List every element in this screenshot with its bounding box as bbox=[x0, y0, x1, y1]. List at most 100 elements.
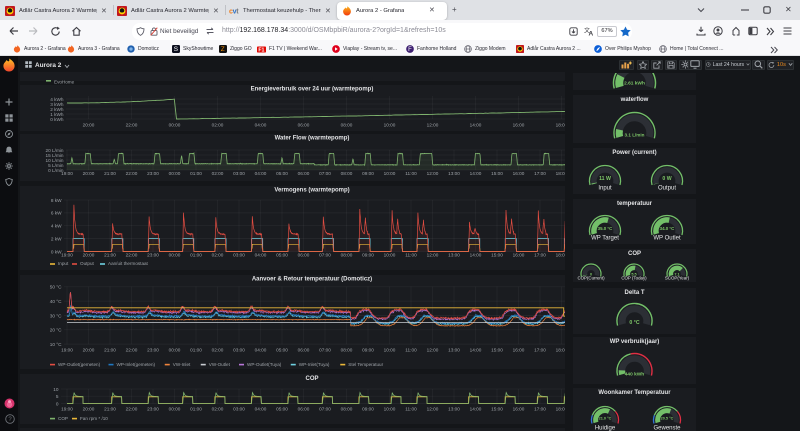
svg-text:22:00: 22:00 bbox=[126, 252, 138, 257]
svg-text:50 °C: 50 °C bbox=[50, 285, 62, 290]
svg-text:Output: Output bbox=[658, 186, 676, 192]
svg-text:EvoHome: EvoHome bbox=[54, 80, 75, 85]
svg-text:Vermogens (warmtepomp): Vermogens (warmtepomp) bbox=[274, 188, 349, 194]
svg-text:14:00: 14:00 bbox=[470, 123, 482, 128]
svg-text:13:00: 13:00 bbox=[448, 252, 460, 257]
svg-text:11:00: 11:00 bbox=[405, 406, 417, 411]
svg-text:WP-Outlet(Tuya): WP-Outlet(Tuya) bbox=[247, 362, 282, 367]
svg-text:12:00: 12:00 bbox=[427, 252, 439, 257]
svg-text:40 °C: 40 °C bbox=[50, 299, 62, 304]
svg-text:16:00: 16:00 bbox=[513, 347, 525, 352]
svg-text:17:00: 17:00 bbox=[534, 347, 546, 352]
svg-text:20:00: 20:00 bbox=[83, 171, 95, 176]
svg-text:Energieverbruik over 24 uur (w: Energieverbruik over 24 uur (warmtepomp) bbox=[251, 87, 374, 93]
svg-text:18:00: 18:00 bbox=[556, 123, 565, 128]
svg-text:0 kWh: 0 kWh bbox=[50, 117, 64, 122]
svg-text:13:00: 13:00 bbox=[448, 347, 460, 352]
svg-text:06:00: 06:00 bbox=[298, 123, 310, 128]
svg-text:23:00: 23:00 bbox=[147, 347, 159, 352]
svg-text:2 kWh: 2 kWh bbox=[50, 107, 64, 112]
svg-text:03:00: 03:00 bbox=[233, 252, 245, 257]
svg-text:10 °C: 10 °C bbox=[50, 342, 62, 347]
svg-text:18:00: 18:00 bbox=[556, 347, 565, 352]
svg-text:22:00: 22:00 bbox=[126, 347, 138, 352]
svg-text:Z: Z bbox=[221, 46, 225, 53]
svg-text:Huidige: Huidige bbox=[595, 426, 616, 431]
svg-text:20:00: 20:00 bbox=[83, 406, 95, 411]
svg-text:05:00: 05:00 bbox=[276, 347, 288, 352]
svg-text:17:00: 17:00 bbox=[534, 171, 546, 176]
svg-text:VW-Outlet: VW-Outlet bbox=[209, 362, 231, 367]
svg-text:3 kWh: 3 kWh bbox=[50, 102, 64, 107]
svg-text:21:00: 21:00 bbox=[104, 252, 116, 257]
svg-text:20:00: 20:00 bbox=[83, 123, 95, 128]
svg-text:18:00: 18:00 bbox=[556, 406, 565, 411]
svg-text:09:00: 09:00 bbox=[362, 347, 374, 352]
svg-text:08:00: 08:00 bbox=[341, 123, 353, 128]
svg-text:5: 5 bbox=[56, 394, 59, 399]
svg-text:13:00: 13:00 bbox=[448, 406, 460, 411]
svg-text:4 kWh: 4 kWh bbox=[50, 97, 64, 102]
svg-text:16:00: 16:00 bbox=[513, 171, 525, 176]
svg-text:03:00: 03:00 bbox=[233, 347, 245, 352]
svg-text:09:00: 09:00 bbox=[362, 406, 374, 411]
svg-text:35.0 °C: 35.0 °C bbox=[598, 226, 614, 231]
svg-text:04:00: 04:00 bbox=[255, 123, 267, 128]
svg-text:23:00: 23:00 bbox=[147, 252, 159, 257]
svg-text:08:00: 08:00 bbox=[341, 171, 353, 176]
svg-text:15:00: 15:00 bbox=[491, 406, 503, 411]
svg-text:F: F bbox=[408, 47, 412, 53]
svg-text:20:00: 20:00 bbox=[83, 252, 95, 257]
svg-text:COP: COP bbox=[58, 416, 68, 421]
svg-text:04:00: 04:00 bbox=[255, 252, 267, 257]
svg-text:Woonkamer Temperatuur: Woonkamer Temperatuur bbox=[598, 390, 671, 396]
svg-text:t: t bbox=[236, 9, 239, 16]
svg-text:10:00: 10:00 bbox=[384, 123, 396, 128]
svg-text:21:00: 21:00 bbox=[104, 347, 116, 352]
svg-text:06:00: 06:00 bbox=[298, 347, 310, 352]
svg-text:06:00: 06:00 bbox=[298, 171, 310, 176]
svg-text:11:00: 11:00 bbox=[405, 347, 417, 352]
svg-text:05:00: 05:00 bbox=[276, 171, 288, 176]
svg-text:19:00: 19:00 bbox=[61, 347, 73, 352]
svg-text:Fan rpm * /10: Fan rpm * /10 bbox=[80, 416, 108, 421]
svg-text:0: 0 bbox=[56, 401, 59, 406]
svg-text:00:00: 00:00 bbox=[169, 171, 181, 176]
svg-text:4 kW: 4 kW bbox=[51, 224, 62, 229]
svg-text:20 L/min: 20 L/min bbox=[46, 148, 64, 153]
svg-text:05:00: 05:00 bbox=[276, 252, 288, 257]
svg-text:17:00: 17:00 bbox=[534, 252, 546, 257]
svg-text:02:00: 02:00 bbox=[212, 347, 224, 352]
svg-text:11 W: 11 W bbox=[599, 176, 611, 182]
svg-text:16:00: 16:00 bbox=[513, 252, 525, 257]
svg-text:WP-Inlet(Tuya): WP-Inlet(Tuya) bbox=[299, 362, 330, 367]
svg-text:20.5 °C: 20.5 °C bbox=[661, 417, 674, 421]
svg-text:COP: COP bbox=[628, 251, 641, 257]
svg-text:14:00: 14:00 bbox=[470, 171, 482, 176]
svg-text:08:00: 08:00 bbox=[341, 347, 353, 352]
svg-text:06:00: 06:00 bbox=[298, 406, 310, 411]
svg-text:8 kW: 8 kW bbox=[51, 198, 62, 203]
svg-text:COP: COP bbox=[305, 376, 318, 382]
svg-text:06:00: 06:00 bbox=[298, 252, 310, 257]
svg-text:10: 10 bbox=[53, 387, 59, 392]
svg-text:02:00: 02:00 bbox=[212, 123, 224, 128]
svg-text:16:00: 16:00 bbox=[513, 123, 525, 128]
svg-text:temperatuur: temperatuur bbox=[617, 201, 653, 207]
svg-text:09:00: 09:00 bbox=[362, 252, 374, 257]
svg-text:Input: Input bbox=[58, 261, 69, 266]
svg-text:VW-Inlet: VW-Inlet bbox=[173, 362, 191, 367]
svg-text:23:00: 23:00 bbox=[147, 171, 159, 176]
svg-text:14:00: 14:00 bbox=[470, 347, 482, 352]
svg-text:WP Target: WP Target bbox=[591, 236, 619, 242]
svg-text:0 W: 0 W bbox=[662, 176, 671, 182]
svg-text:15:00: 15:00 bbox=[491, 347, 503, 352]
svg-text:Output: Output bbox=[80, 261, 95, 266]
svg-text:Aan/uit thermostaat: Aan/uit thermostaat bbox=[108, 261, 149, 266]
svg-text:22:00: 22:00 bbox=[126, 123, 138, 128]
svg-text:21:00: 21:00 bbox=[104, 406, 116, 411]
svg-text:09:00: 09:00 bbox=[362, 171, 374, 176]
svg-text:12:00: 12:00 bbox=[427, 347, 439, 352]
svg-text:15:00: 15:00 bbox=[491, 252, 503, 257]
svg-text:2 kW: 2 kW bbox=[51, 236, 62, 241]
